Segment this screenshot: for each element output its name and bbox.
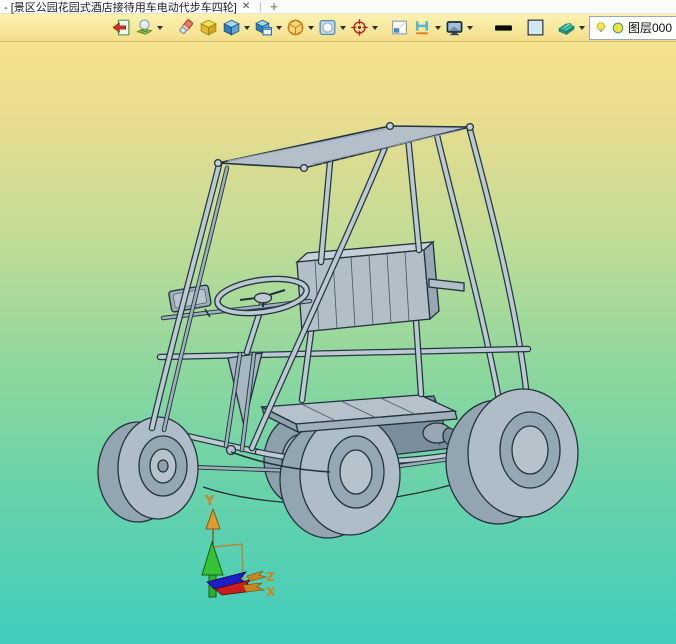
document-tab[interactable]: - [景区公园花园式酒店接待用车电动代步车四轮] ✕ [0, 0, 255, 14]
main-toolbar: 图层000 [0, 14, 676, 42]
dropdown-arrow-icon[interactable] [339, 25, 346, 30]
document-tab-title: - [景区公园花园式酒店接待用车电动代步车四轮] [4, 1, 237, 14]
display-button[interactable] [445, 18, 473, 37]
axis-z-label: Z [266, 570, 275, 584]
close-tab-icon[interactable]: ✕ [242, 1, 250, 12]
color-swatch [527, 19, 543, 36]
exit-button[interactable] [112, 18, 131, 37]
mini-window-icon [392, 20, 407, 35]
line-width-swatch [495, 25, 512, 31]
new-tab-button[interactable]: + [270, 0, 278, 13]
mini-window-button[interactable] [390, 18, 409, 37]
axis-triad: Y Z X [201, 494, 276, 599]
layer-visibility-bulb-icon[interactable] [594, 21, 608, 35]
layer-panel: 图层000 [589, 15, 676, 40]
exit-icon [112, 19, 130, 36]
3d-viewport[interactable]: Y Z X [0, 42, 676, 644]
eraser-button[interactable] [176, 18, 195, 37]
layer-color-icon[interactable] [611, 21, 625, 35]
tab-separator [260, 1, 262, 12]
render-mode-button[interactable] [318, 18, 346, 37]
cube-window-button[interactable] [254, 18, 282, 37]
viewport-canvas[interactable]: Y Z X [0, 42, 676, 644]
axis-y-arrow-icon [205, 507, 221, 530]
dropdown-arrow-icon[interactable] [307, 25, 314, 30]
shaded-cube-icon [222, 19, 240, 36]
dropdown-arrow-icon[interactable] [579, 25, 585, 30]
line-width-button[interactable] [494, 18, 513, 37]
eraser-icon [178, 19, 193, 35]
cart-model[interactable] [97, 121, 579, 539]
wireframe-sphere-icon [287, 19, 303, 36]
dimension-icon [415, 21, 428, 35]
axis-x-label: X [266, 585, 276, 599]
color-swatch-button[interactable] [526, 18, 545, 37]
orientation-target-icon [350, 19, 368, 36]
dimension-button[interactable] [413, 18, 441, 37]
dropdown-arrow-icon[interactable] [467, 25, 473, 30]
z-label-arrow-icon [246, 570, 268, 582]
wireframe-sphere-button[interactable] [286, 18, 314, 37]
dropdown-arrow-icon[interactable] [371, 25, 378, 30]
cad-window: - [景区公园花园式酒店接待用车电动代步车四轮] ✕ + 图层000 Y Z X [0, 0, 676, 644]
dropdown-arrow-icon[interactable] [157, 25, 163, 30]
isometric-view-icon [199, 19, 217, 36]
dropdown-arrow-icon[interactable] [275, 25, 282, 30]
render-style-button[interactable] [135, 18, 163, 37]
display-icon [446, 21, 463, 36]
shaded-cube-button[interactable] [222, 18, 250, 37]
render-mode-icon [319, 20, 335, 35]
render-style-icon [136, 19, 153, 35]
axis-y-label: Y [204, 494, 215, 509]
layer-name[interactable]: 图层000 [628, 19, 672, 36]
cube-window-icon [254, 19, 272, 36]
tab-bar: - [景区公园花园式酒店接待用车电动代步车四轮] ✕ + [0, 0, 676, 14]
isometric-view-button[interactable] [199, 18, 218, 37]
dropdown-arrow-icon[interactable] [243, 25, 250, 30]
orientation-target-button[interactable] [350, 18, 378, 37]
visual-style-button[interactable] [557, 18, 585, 37]
dropdown-arrow-icon[interactable] [435, 25, 441, 30]
visual-style-icon [558, 22, 575, 36]
